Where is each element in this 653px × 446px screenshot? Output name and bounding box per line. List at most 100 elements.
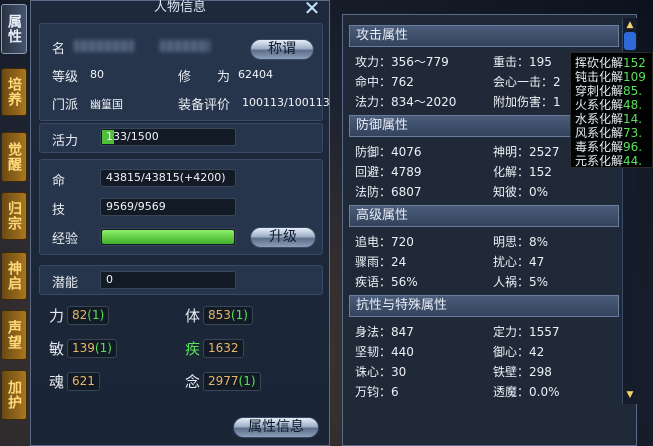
equip-rating-value: 100113/100113 <box>242 96 330 109</box>
section-header: 抗性与特殊属性 <box>349 295 619 317</box>
attribute-entry: 明思：8% <box>493 235 549 249</box>
stat-label: 疾 <box>185 340 201 358</box>
upgrade-button[interactable]: 升级 <box>250 227 316 248</box>
exp-fill <box>102 230 234 244</box>
attribute-entry: 透魔：0.0% <box>493 385 560 399</box>
left-tab-strip: 属性 培养 觉醒 归宗 神启 声望 加护 <box>0 0 28 446</box>
stat-value: 1632 <box>203 339 244 358</box>
attribute-info-button[interactable]: 属性信息 <box>233 417 319 438</box>
tooltip-label: 元系化解 <box>575 154 624 168</box>
tooltip-value: 44. <box>623 154 643 168</box>
stat-bonus: (1) <box>238 374 256 388</box>
potential-label: 潜能 <box>52 276 79 291</box>
stat-bonus: (1) <box>87 308 105 322</box>
tab-reputation[interactable]: 声望 <box>1 310 27 360</box>
title-button[interactable]: 称谓 <box>250 39 314 60</box>
tab-label: 声望 <box>6 320 22 350</box>
blurred-name <box>160 40 210 52</box>
vigor-value: 133/1500 <box>106 130 159 143</box>
close-icon[interactable]: ✕ <box>301 0 323 19</box>
tab-blessing[interactable]: 加护 <box>1 370 27 420</box>
sect-label: 门派 <box>52 98 79 113</box>
vigor-section: 活力 133/1500 <box>39 123 323 153</box>
scroll-down-icon[interactable]: ▼ <box>624 390 636 400</box>
hp-label: 命 <box>52 174 66 189</box>
tooltip-row: 元系化解44. <box>575 152 642 169</box>
tab-label: 神启 <box>6 261 22 291</box>
skill-label: 技 <box>52 203 66 218</box>
attribute-entry: 附加伤害：1 <box>493 95 561 109</box>
attribute-entry: 回避：4789 <box>355 165 422 179</box>
attribute-entry: 会心一击：2 <box>493 75 561 89</box>
vigor-bar: 133/1500 <box>100 128 236 146</box>
identity-section: 名 称谓 等级 80 修 为 62404 门派 幽篁国 装备评价 100113/… <box>39 23 330 121</box>
attribute-entry: 御心：42 <box>493 345 545 359</box>
stat-value: 853(1) <box>203 306 253 325</box>
attribute-entry: 追电：720 <box>355 235 414 249</box>
tab-label: 归宗 <box>6 201 22 231</box>
name-label: 名 <box>52 42 66 57</box>
attribute-entry: 人祸：5% <box>493 275 549 289</box>
attribute-entry: 万钧：6 <box>355 385 399 399</box>
stat-bonus: (1) <box>94 341 112 355</box>
potential-section: 潜能 0 <box>39 265 323 295</box>
tab-label: 属性 <box>6 14 22 44</box>
equip-rating-label: 装备评价 <box>178 98 231 113</box>
attribute-entry: 诛心：30 <box>355 365 407 379</box>
tab-awaken[interactable]: 觉醒 <box>1 132 27 182</box>
stat-value: 2977(1) <box>203 372 261 391</box>
panel-title: 人物信息 <box>153 0 206 15</box>
level-value: 80 <box>90 68 104 81</box>
skill-field: 9569/9569 <box>100 198 236 216</box>
attribute-entry: 疾语：56% <box>355 275 418 289</box>
stat-value: 82(1) <box>67 306 110 325</box>
tab-return[interactable]: 归宗 <box>1 192 27 240</box>
stats-section: 力 82(1) 体 853(1) 敏 139(1) 疾 1632 魂 621 念 2977(1) <box>39 299 323 403</box>
attribute-entry: 知彼：0% <box>493 185 549 199</box>
tab-label: 觉醒 <box>6 142 22 172</box>
hp-field: 43815/43815(+4200) <box>100 169 236 187</box>
stat-bonus: (1) <box>230 308 248 322</box>
tab-label: 培养 <box>6 77 22 107</box>
attribute-entry: 铁壁：298 <box>493 365 552 379</box>
attribute-entry: 身法：847 <box>355 325 414 339</box>
character-info-panel: 人物信息 ✕ 名 称谓 等级 80 修 为 62404 门派 幽篁国 装备评价 … <box>30 0 330 446</box>
stat-label: 力 <box>49 307 65 325</box>
attribute-entry: 定力：1557 <box>493 325 560 339</box>
tab-label: 加护 <box>6 380 22 410</box>
attribute-entry: 法防：6807 <box>355 185 422 199</box>
scroll-thumb[interactable] <box>624 32 636 50</box>
vitals-section: 命 43815/43815(+4200) 技 9569/9569 经验 升级 <box>39 159 323 255</box>
cultivation-label: 修 为 <box>178 70 231 85</box>
stat-value: 139(1) <box>67 339 117 358</box>
tab-cultivate[interactable]: 培养 <box>1 68 27 116</box>
section-header: 高级属性 <box>349 205 619 227</box>
tab-revelation[interactable]: 神启 <box>1 252 27 300</box>
attribute-entry: 重击：195 <box>493 55 552 69</box>
attribute-entry: 防御：4076 <box>355 145 422 159</box>
attribute-entry: 命中：762 <box>355 75 414 89</box>
potential-field: 0 <box>100 271 236 289</box>
level-label: 等级 <box>52 70 79 85</box>
stat-label: 体 <box>185 307 201 325</box>
attribute-entry: 坚韧：440 <box>355 345 414 359</box>
attribute-entry: 骤雨：24 <box>355 255 407 269</box>
attribute-entry: 扰心：47 <box>493 255 545 269</box>
attribute-entry: 攻力：356～779 <box>355 55 449 69</box>
blurred-name <box>74 40 134 52</box>
stat-label: 魂 <box>49 373 65 391</box>
exp-bar <box>100 228 236 246</box>
attribute-entry: 神明：2527 <box>493 145 560 159</box>
attribute-entry: 法力：834～2020 <box>355 95 457 109</box>
stat-label: 敏 <box>49 340 65 358</box>
attribute-entry: 化解：152 <box>493 165 552 179</box>
stat-value: 621 <box>67 372 100 391</box>
sect-value: 幽篁国 <box>90 98 123 111</box>
scroll-up-icon[interactable]: ▲ <box>624 20 636 30</box>
tab-attributes[interactable]: 属性 <box>1 4 27 54</box>
cultivation-value: 62404 <box>238 68 273 81</box>
exp-label: 经验 <box>52 232 79 247</box>
stat-label: 念 <box>185 373 201 391</box>
section-header: 攻击属性 <box>349 25 619 47</box>
resist-tooltip: 挥砍化解152 钝击化解109 穿刺化解85. 火系化解48. 水系化解14. 风系化解7… <box>570 52 653 168</box>
